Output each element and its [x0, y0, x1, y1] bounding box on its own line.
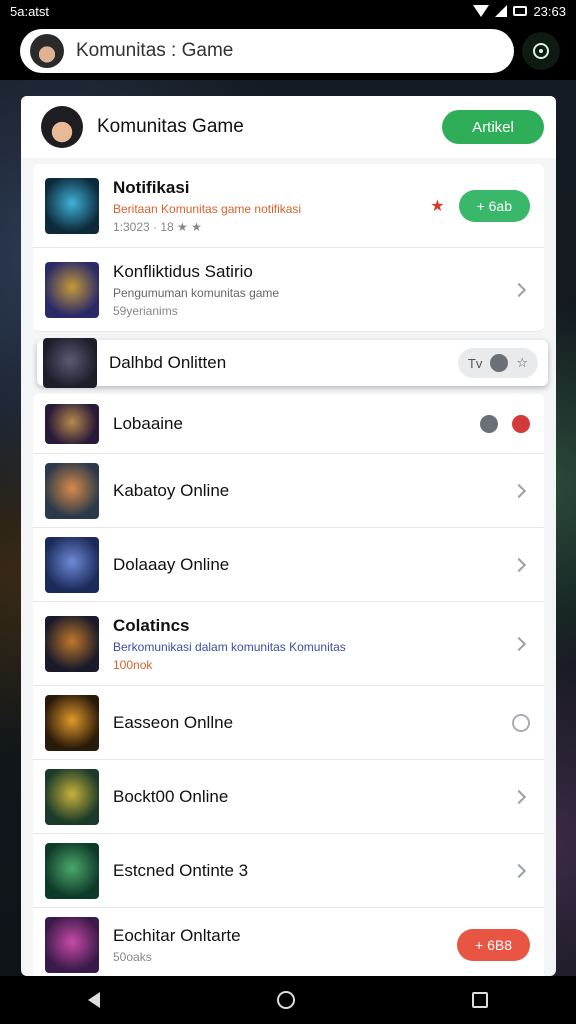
- battery-icon: [513, 6, 528, 16]
- signal-icon: [495, 5, 508, 17]
- app-bar: Komunitas : Game: [0, 22, 576, 80]
- item-title: Dalhbd Onlitten: [109, 353, 227, 372]
- status-icons: 23:63: [473, 4, 566, 19]
- game-thumbnail: [45, 403, 99, 444]
- card-header: Komunitas Game Artikel: [21, 96, 556, 158]
- chevron-right-icon: [511, 483, 527, 498]
- community-card: Komunitas Game Artikel Notifikasi Berita…: [21, 96, 556, 976]
- settings-button[interactable]: [522, 32, 560, 70]
- game-thumbnail: [43, 338, 97, 388]
- list-item[interactable]: Notifikasi Beritaan Komunitas game notif…: [33, 164, 544, 248]
- status-bar: 5a:atst 23:63: [0, 0, 576, 22]
- item-title: Easseon Onllne: [113, 712, 234, 732]
- item-title: Notifikasi: [113, 177, 190, 197]
- action-chip-group[interactable]: Tv ☆: [457, 348, 538, 378]
- item-title: Dolaaay Online: [113, 554, 230, 574]
- item-title: Kabatoy Online: [113, 480, 230, 500]
- list-item[interactable]: Lobaaine: [33, 394, 544, 454]
- item-title: Estcned Ontinte 3: [113, 860, 249, 880]
- target-icon: [533, 43, 549, 59]
- item-meta: 50oaks: [113, 949, 152, 964]
- chevron-right-icon: [511, 789, 527, 804]
- game-thumbnail: [45, 261, 99, 318]
- search-bar[interactable]: Komunitas : Game: [20, 29, 514, 73]
- list-item[interactable]: Colatincs Berkomunikasi dalam komunitas …: [33, 602, 544, 686]
- star-outline-icon[interactable]: ☆: [516, 355, 528, 371]
- recent-apps-icon[interactable]: [471, 992, 488, 1008]
- user-avatar[interactable]: [30, 34, 64, 68]
- chevron-right-icon: [511, 636, 527, 651]
- card-title: Komunitas Game: [97, 116, 244, 137]
- chevron-right-icon: [511, 557, 527, 572]
- item-subtitle: Beritaan Komunitas game notifikasi: [113, 201, 302, 216]
- list-item[interactable]: Easseon Onllne: [33, 686, 544, 760]
- game-thumbnail: [45, 842, 99, 899]
- status-dot-icon: [480, 414, 498, 433]
- item-title: Eochitar Onltarte: [113, 925, 241, 945]
- list-item-highlighted[interactable]: Dalhbd Onlitten Tv ☆: [37, 338, 548, 388]
- item-title: Bockt00 Online: [113, 786, 229, 806]
- list-item[interactable]: Konfliktidus Satirio Pengumuman komunita…: [33, 248, 544, 332]
- list-item[interactable]: Dolaaay Online: [33, 528, 544, 602]
- list-item[interactable]: Eochitar Onltarte 50oaks + 6B8: [33, 908, 544, 976]
- item-meta: 1:3023 · 18 ★ ★: [113, 219, 202, 234]
- game-thumbnail: [45, 462, 99, 519]
- alert-icon: [512, 414, 530, 433]
- home-icon[interactable]: [276, 991, 295, 1009]
- system-nav-bar: [0, 976, 576, 1024]
- item-title: Konfliktidus Satirio: [113, 261, 253, 281]
- chat-icon[interactable]: [512, 713, 530, 732]
- item-title: Colatincs: [113, 615, 190, 635]
- game-thumbnail: [45, 177, 99, 234]
- item-subtitle: Berkomunikasi dalam komunitas Komunitas: [113, 639, 346, 654]
- game-thumbnail: [45, 694, 99, 751]
- join-button[interactable]: Artikel: [442, 110, 544, 144]
- chevron-right-icon: [511, 282, 527, 297]
- game-list: Notifikasi Beritaan Komunitas game notif…: [33, 164, 548, 976]
- notification-badge-button[interactable]: + 6ab: [458, 189, 530, 222]
- back-icon[interactable]: [88, 992, 101, 1008]
- status-time: 23:63: [533, 3, 566, 19]
- list-item[interactable]: Bockt00 Online: [33, 760, 544, 834]
- list-item[interactable]: Kabatoy Online: [33, 454, 544, 528]
- chevron-right-icon: [511, 863, 527, 878]
- game-thumbnail: [45, 536, 99, 593]
- item-subtitle: Pengumuman komunitas game: [113, 285, 280, 300]
- game-thumbnail: [45, 615, 99, 672]
- list-item[interactable]: Estcned Ontinte 3: [33, 834, 544, 908]
- community-avatar: [41, 106, 83, 148]
- status-left-text: 5a:atst: [10, 3, 50, 19]
- item-meta: 59yerianims: [113, 303, 178, 318]
- wifi-icon: [473, 5, 490, 17]
- app-bar-title: Komunitas : Game: [76, 40, 234, 61]
- game-thumbnail: [45, 916, 99, 973]
- game-thumbnail: [45, 768, 99, 825]
- item-title: Lobaaine: [113, 413, 183, 433]
- star-icon: ★: [430, 197, 445, 215]
- chip-label: Tv: [467, 355, 483, 371]
- item-meta: 100nok: [113, 657, 153, 672]
- close-icon[interactable]: [490, 354, 509, 372]
- notification-badge-button[interactable]: + 6B8: [457, 928, 530, 961]
